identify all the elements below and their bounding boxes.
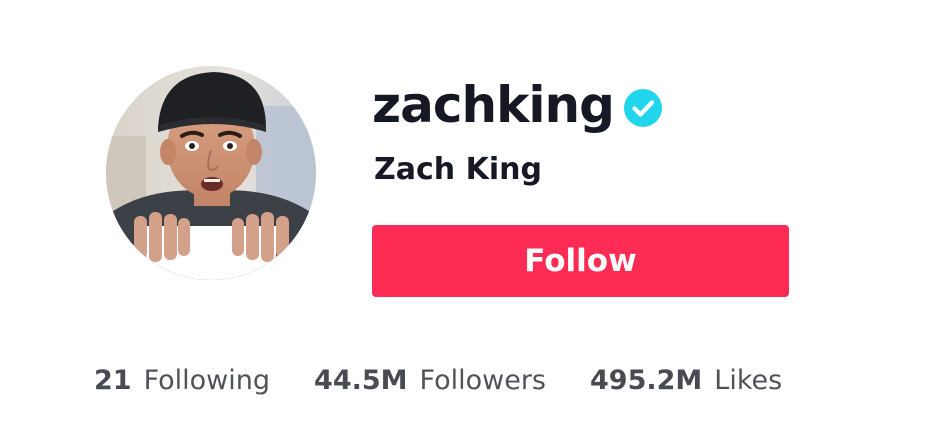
follow-button[interactable]: Follow (372, 225, 789, 297)
stat-label: Likes (714, 365, 783, 396)
display-name: Zach King (374, 152, 542, 187)
stat-label: Followers (419, 365, 547, 396)
username-row: zachking (372, 74, 662, 136)
avatar-photo (106, 66, 316, 280)
stats-row: 21 Following 44.5M Followers 495.2M Like… (94, 365, 782, 396)
stat-followers[interactable]: 44.5M Followers (314, 365, 546, 396)
stat-count: 44.5M (314, 365, 408, 396)
stat-count: 21 (94, 365, 132, 396)
avatar[interactable] (106, 66, 316, 280)
stat-likes: 495.2M Likes (590, 365, 782, 396)
profile-header: zachking Zach King Follow 21 Following 4… (0, 0, 926, 428)
stat-label: Following (143, 365, 271, 396)
username: zachking (372, 76, 615, 134)
stat-following[interactable]: 21 Following (94, 365, 270, 396)
verified-badge-icon (623, 89, 662, 127)
stat-count: 495.2M (590, 365, 703, 396)
